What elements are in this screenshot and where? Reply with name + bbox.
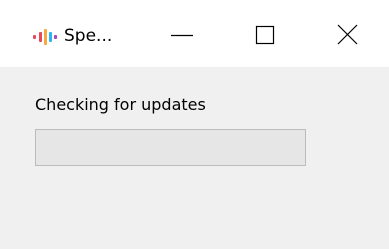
status-label: Checking for updates [35, 95, 206, 114]
equalizer-bars-icon [33, 29, 57, 45]
title-bar[interactable]: Spe... [0, 0, 389, 67]
maximize-button[interactable] [240, 12, 290, 58]
updater-window: Spe... Checking for updates [0, 0, 389, 249]
maximize-icon [255, 25, 275, 45]
window-title: Spe... [64, 26, 113, 46]
close-icon [337, 24, 358, 45]
update-progress-bar [35, 129, 306, 166]
minimize-button[interactable] [158, 12, 208, 58]
close-button[interactable] [322, 12, 372, 58]
